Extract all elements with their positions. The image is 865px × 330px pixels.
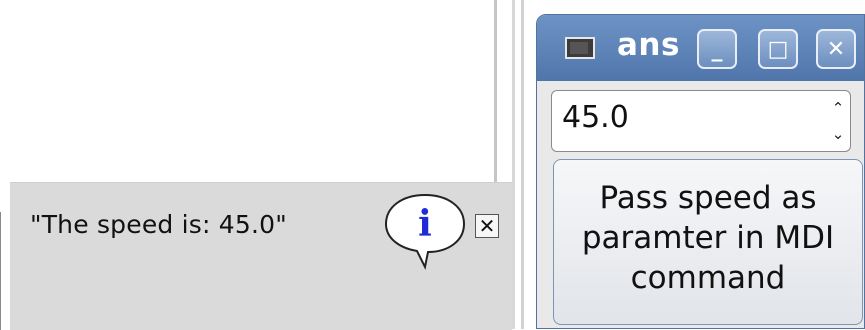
pane-divider [494,0,497,182]
separator [521,0,524,329]
ans-window: ans _ □ ✕ 45.0 ⌃ ⌄ Pass speed as paramte… [536,14,865,329]
spin-buttons: ⌃ ⌄ [828,95,848,147]
close-notification-button[interactable]: ✕ [475,214,499,238]
speed-value[interactable]: 45.0 [562,100,629,135]
separator [512,0,515,329]
close-window-button[interactable]: ✕ [816,29,856,69]
window-icon[interactable] [565,37,595,59]
left-pane: "The speed is: 45.0" i ✕ [0,0,512,330]
speed-spinbox[interactable]: 45.0 ⌃ ⌄ [551,90,851,152]
status-message: "The speed is: 45.0" [30,210,287,239]
titlebar[interactable]: ans _ □ ✕ [537,15,864,81]
pass-speed-button[interactable]: Pass speed as paramter in MDI command [553,159,863,325]
info-icon-glyph: i [418,203,432,245]
status-bar: "The speed is: 45.0" i ✕ [10,182,512,330]
window-title: ans [617,27,680,63]
left-edge-mark [0,212,1,330]
maximize-button[interactable]: □ [758,29,798,69]
spin-down-button[interactable]: ⌄ [828,121,848,147]
minimize-button[interactable]: _ [697,29,737,69]
spin-up-button[interactable]: ⌃ [828,95,848,121]
info-icon: i [380,189,470,271]
